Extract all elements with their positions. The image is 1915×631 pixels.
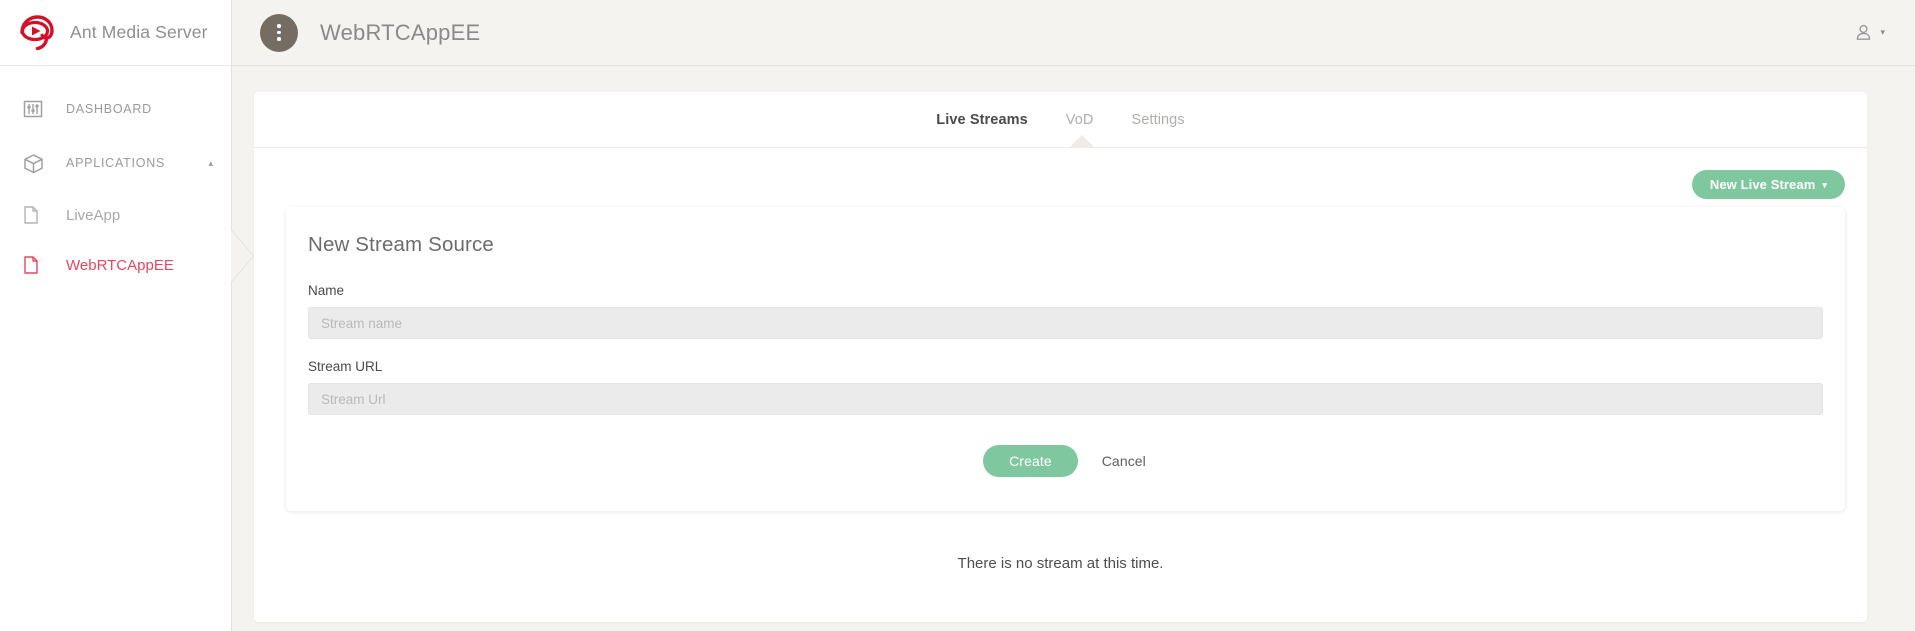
user-icon <box>1854 23 1873 42</box>
active-tab-pointer <box>1069 135 1095 148</box>
panel-body: New Live Stream ▾ New Stream Source Name… <box>254 148 1867 622</box>
sidebar-item-dashboard-label: DASHBOARD <box>66 102 152 116</box>
topbar: WebRTCAppEE ▾ <box>232 0 1915 66</box>
app-root: Ant Media Server DASHBOARD APPLICATIONS … <box>0 0 1915 631</box>
sidebar-item-webrtcappee-label: WebRTCAppEE <box>66 256 174 274</box>
stream-name-input[interactable] <box>308 307 1823 339</box>
content-area: Live Streams VoD Settings New Live Strea… <box>232 66 1915 631</box>
chevron-down-icon: ▾ <box>1822 180 1827 190</box>
sidebar-nav: DASHBOARD APPLICATIONS ▴ LiveApp WebRTCA… <box>0 66 231 290</box>
brand[interactable]: Ant Media Server <box>0 0 231 66</box>
sidebar-item-liveapp-label: LiveApp <box>66 206 121 224</box>
sliders-icon <box>22 98 52 120</box>
chevron-down-icon[interactable]: ▾ <box>1880 28 1885 37</box>
sidebar-item-dashboard[interactable]: DASHBOARD <box>0 82 231 136</box>
chevron-up-icon[interactable]: ▴ <box>208 158 213 168</box>
tab-vod[interactable]: VoD <box>1066 112 1094 128</box>
new-live-stream-button[interactable]: New Live Stream ▾ <box>1691 170 1845 199</box>
tab-live-streams[interactable]: Live Streams <box>936 112 1027 128</box>
active-item-pointer <box>231 230 253 282</box>
form-title: New Stream Source <box>308 233 494 256</box>
brand-name: Ant Media Server <box>70 22 208 42</box>
sidebar-item-applications[interactable]: APPLICATIONS ▴ <box>0 136 231 190</box>
name-label: Name <box>308 283 345 298</box>
sidebar-item-applications-label: APPLICATIONS <box>66 156 166 170</box>
stream-url-label: Stream URL <box>308 359 383 374</box>
sidebar: Ant Media Server DASHBOARD APPLICATIONS … <box>0 0 232 631</box>
ant-media-logo-icon <box>16 12 58 54</box>
create-button[interactable]: Create <box>983 445 1078 477</box>
file-icon <box>22 255 52 275</box>
main-region: WebRTCAppEE ▾ Live Streams VoD Settings <box>232 0 1915 631</box>
kebab-menu-icon[interactable] <box>260 13 298 52</box>
file-icon <box>22 205 52 225</box>
streams-panel: Live Streams VoD Settings New Live Strea… <box>254 92 1867 622</box>
tab-settings[interactable]: Settings <box>1132 112 1185 128</box>
page-title: WebRTCAppEE <box>320 19 481 45</box>
panel-toolbar: New Live Stream ▾ <box>274 170 1847 199</box>
tab-bar: Live Streams VoD Settings <box>254 92 1867 148</box>
form-actions: Create Cancel <box>308 445 1823 477</box>
new-live-stream-label: New Live Stream <box>1709 177 1816 192</box>
sidebar-item-liveapp[interactable]: LiveApp <box>0 190 231 240</box>
stream-url-input[interactable] <box>308 383 1823 415</box>
sidebar-item-webrtcappee[interactable]: WebRTCAppEE <box>0 240 231 290</box>
name-field-group: Name <box>308 283 1823 339</box>
cancel-button[interactable]: Cancel <box>1100 449 1148 473</box>
box-icon <box>22 152 52 175</box>
new-stream-source-form: New Stream Source Name Stream URL Create… <box>286 207 1845 511</box>
url-field-group: Stream URL <box>308 359 1823 415</box>
user-menu[interactable]: ▾ <box>1854 23 1891 42</box>
empty-state-message: There is no stream at this time. <box>957 555 1164 572</box>
